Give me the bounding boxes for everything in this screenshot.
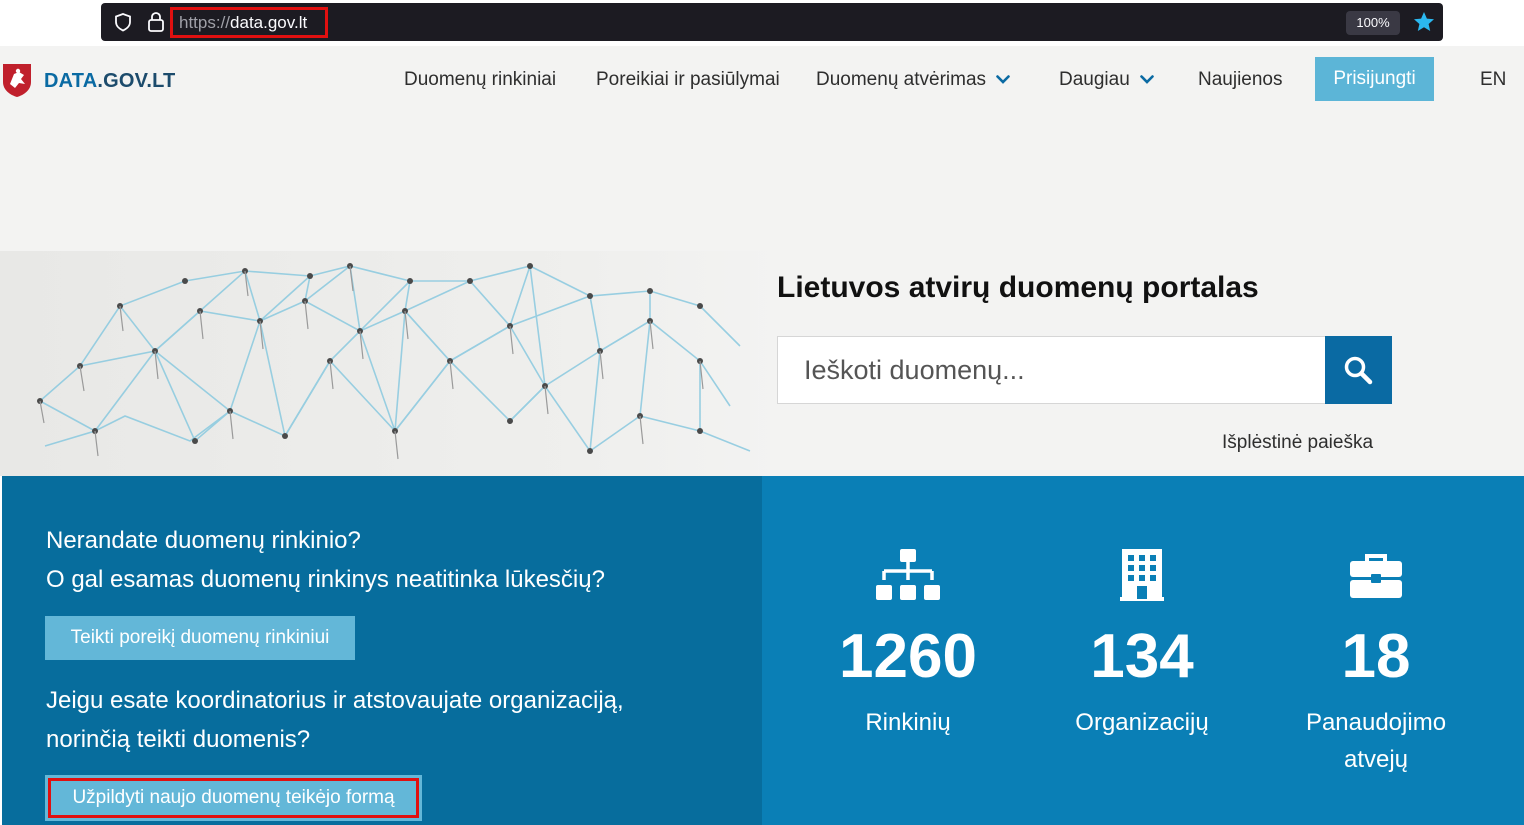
language-switch[interactable]: EN: [1480, 69, 1506, 91]
url-field[interactable]: https://data.gov.lt: [170, 7, 328, 38]
stat-datasets-label: Rinkinių: [865, 709, 951, 736]
lock-icon[interactable]: [146, 11, 166, 33]
coat-of-arms-icon[interactable]: [2, 62, 32, 98]
address-bar[interactable]: https://data.gov.lt 100%: [101, 3, 1443, 41]
stat-use-cases-label-line1: Panaudojimo: [1305, 709, 1447, 736]
data-request-panel: Nerandate duomenų rinkinio? O gal esamas…: [2, 476, 762, 825]
question-line-1: Nerandate duomenų rinkinio?: [46, 527, 361, 554]
coordinator-line-1: Jeigu esate koordinatorius ir atstovauja…: [46, 687, 624, 714]
chevron-down-icon: [996, 75, 1010, 85]
zoom-level-badge[interactable]: 100%: [1346, 11, 1400, 35]
logo-part-gov: .GOV.LT: [97, 70, 176, 92]
site-header: DATA.GOV.LT Duomenų rinkiniai Poreikiai …: [0, 46, 1524, 116]
briefcase-icon: [1350, 554, 1402, 598]
nav-datasets-label: Duomenų rinkiniai: [404, 69, 557, 90]
login-button[interactable]: Prisijungti: [1315, 57, 1434, 101]
coordinator-line-2: norinčią teikti duomenis?: [46, 726, 311, 753]
building-icon: [1120, 549, 1164, 601]
statistics-panel: 1260 Rinkinių 134 Organizacijų 18 Panaud…: [762, 476, 1524, 825]
search-button[interactable]: [1325, 336, 1392, 404]
stat-use-cases[interactable]: 18 Panaudojimo atvejų: [1256, 476, 1496, 825]
stat-organizations-label: Organizacijų: [1075, 709, 1209, 736]
submit-dataset-request-button[interactable]: Teikti poreikį duomenų rinkiniui: [45, 616, 355, 660]
shield-icon[interactable]: [113, 12, 133, 32]
search-input[interactable]: [778, 337, 1325, 403]
stat-use-cases-value: 18: [1341, 622, 1411, 691]
chevron-down-icon: [1139, 75, 1154, 85]
url-scheme: https://: [179, 13, 231, 32]
stat-use-cases-label-line2: atvejų: [1343, 746, 1409, 773]
hero-section: Lietuvos atvirų duomenų portalas Išplėst…: [0, 116, 1524, 476]
search-icon: [1344, 356, 1373, 385]
stat-use-cases-label: Panaudojimo atvejų: [1256, 704, 1496, 778]
stat-organizations[interactable]: 134 Organizacijų: [1022, 476, 1262, 825]
network-illustration: [0, 251, 780, 476]
nav-datasets[interactable]: Duomenų rinkiniai: [404, 69, 556, 91]
logo-part-data: DATA: [44, 70, 98, 92]
nav-requests[interactable]: Poreikiai ir pasiūlymai: [596, 69, 780, 91]
nav-news-label: Naujienos: [1198, 69, 1283, 90]
nav-data-opening-label: Duomenų atvėrimas: [816, 69, 987, 90]
advanced-search-link[interactable]: Išplėstinė paieška: [1222, 432, 1373, 454]
sitemap-icon: [876, 549, 940, 600]
bookmark-star-icon[interactable]: [1412, 10, 1436, 34]
url-host: data.gov.lt: [230, 13, 308, 32]
page-title: Lietuvos atvirų duomenų portalas: [777, 271, 1259, 304]
nav-more[interactable]: Daugiau: [1059, 69, 1154, 91]
stat-organizations-value: 134: [1090, 622, 1194, 691]
search-field[interactable]: [777, 336, 1326, 404]
nav-news[interactable]: Naujienos: [1198, 69, 1283, 91]
question-line-2: O gal esamas duomenų rinkinys neatitinka…: [46, 566, 605, 593]
new-provider-form-button[interactable]: Užpildyti naujo duomenų teikėjo formą: [45, 775, 422, 821]
stat-datasets[interactable]: 1260 Rinkinių: [788, 476, 1028, 825]
nav-more-label: Daugiau: [1059, 69, 1130, 90]
nav-data-opening[interactable]: Duomenų atvėrimas: [816, 69, 1010, 91]
nav-requests-label: Poreikiai ir pasiūlymai: [596, 69, 780, 90]
stat-datasets-value: 1260: [839, 622, 977, 691]
site-logo-text[interactable]: DATA.GOV.LT: [44, 70, 175, 93]
browser-toolbar: https://data.gov.lt 100%: [0, 0, 1524, 46]
